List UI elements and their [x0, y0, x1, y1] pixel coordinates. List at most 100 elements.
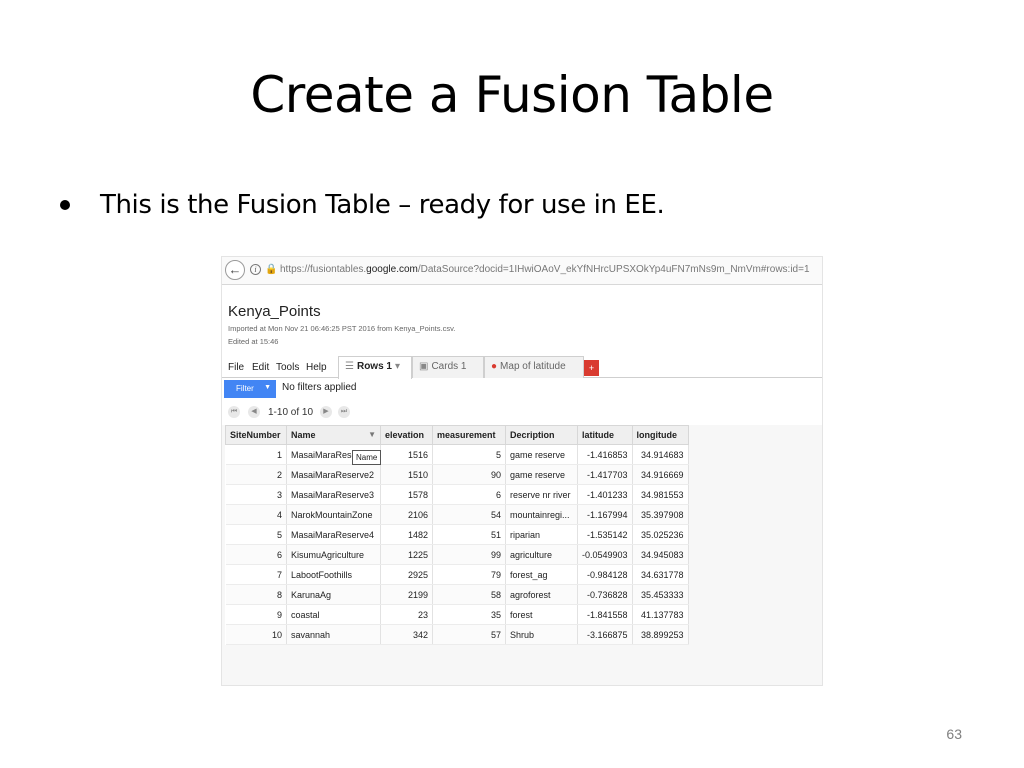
info-icon[interactable]: i	[250, 264, 261, 275]
cell-longitude[interactable]: 35.025236	[632, 524, 689, 545]
cell-description[interactable]: game reserve	[505, 464, 578, 485]
cell-longitude[interactable]: 34.914683	[632, 444, 689, 465]
cell-description[interactable]: game reserve	[505, 444, 578, 465]
cell-latitude[interactable]: -0.984128	[577, 564, 633, 585]
cell-name[interactable]: coastal	[286, 604, 381, 625]
cell-longitude[interactable]: 34.945083	[632, 544, 689, 565]
cell-latitude[interactable]: -1.841558	[577, 604, 633, 625]
cell-latitude[interactable]: -1.416853	[577, 444, 633, 465]
cell-longitude[interactable]: 41.137783	[632, 604, 689, 625]
col-header-name[interactable]: Name ▼	[286, 425, 381, 445]
cell-elevation[interactable]: 1578	[380, 484, 433, 505]
cell-description[interactable]: forest	[505, 604, 578, 625]
cell-description[interactable]: agroforest	[505, 584, 578, 605]
cell-latitude[interactable]: -1.401233	[577, 484, 633, 505]
cell-latitude[interactable]: -0.0549903	[577, 544, 633, 565]
tab-map[interactable]: ● Map of latitude	[484, 356, 584, 378]
cell-site-number[interactable]: 2	[225, 464, 287, 485]
cell-measurement[interactable]: 5	[432, 444, 506, 465]
cell-description[interactable]: riparian	[505, 524, 578, 545]
table-row[interactable]: 10 savannah 342 57 Shrub -3.166875 38.899253	[225, 624, 689, 645]
cell-elevation[interactable]: 2199	[380, 584, 433, 605]
menu-edit[interactable]: Edit	[252, 362, 269, 373]
col-header-measurement[interactable]: measurement	[432, 425, 506, 445]
cell-name[interactable]: MasaiMaraReserve3	[286, 484, 381, 505]
cell-name[interactable]: MasaiMaraReserve4	[286, 524, 381, 545]
cell-elevation[interactable]: 1510	[380, 464, 433, 485]
cell-elevation[interactable]: 2106	[380, 504, 433, 525]
cell-name[interactable]: KisumuAgriculture	[286, 544, 381, 565]
tab-rows[interactable]: ☰ Rows 1 ▾	[338, 356, 412, 379]
cell-latitude[interactable]: -1.167994	[577, 504, 633, 525]
prev-page-icon[interactable]: ◀	[248, 406, 260, 418]
first-page-icon[interactable]: ⏮	[228, 406, 240, 418]
cell-elevation[interactable]: 1482	[380, 524, 433, 545]
cell-longitude[interactable]: 34.981553	[632, 484, 689, 505]
cell-measurement[interactable]: 35	[432, 604, 506, 625]
cell-description[interactable]: mountainregi...	[505, 504, 578, 525]
cell-elevation[interactable]: 1516	[380, 444, 433, 465]
chevron-down-icon[interactable]: ▼	[368, 430, 376, 439]
cell-description[interactable]: forest_ag	[505, 564, 578, 585]
cell-site-number[interactable]: 7	[225, 564, 287, 585]
table-row[interactable]: 8 KarunaAg 2199 58 agroforest -0.736828 35.453…	[225, 584, 689, 605]
cell-measurement[interactable]: 6	[432, 484, 506, 505]
menu-help[interactable]: Help	[306, 362, 327, 373]
table-row[interactable]: 9 coastal 23 35 forest -1.841558 41.137783	[225, 604, 689, 625]
last-page-icon[interactable]: ⏭	[338, 406, 350, 418]
filter-button[interactable]: Filter ▼	[224, 380, 276, 398]
table-row[interactable]: 4 NarokMountainZone 2106 54 mountainregi... -…	[225, 504, 689, 525]
cell-name[interactable]: KarunaAg	[286, 584, 381, 605]
col-header-elevation[interactable]: elevation	[380, 425, 433, 445]
url-field[interactable]: https://fusiontables.google.com/DataSour…	[280, 264, 810, 275]
cell-site-number[interactable]: 10	[225, 624, 287, 645]
cell-measurement[interactable]: 58	[432, 584, 506, 605]
cell-description[interactable]: Shrub	[505, 624, 578, 645]
tab-cards[interactable]: ▣ Cards 1	[412, 356, 484, 378]
cell-site-number[interactable]: 3	[225, 484, 287, 505]
cell-longitude[interactable]: 35.397908	[632, 504, 689, 525]
cell-longitude[interactable]: 35.453333	[632, 584, 689, 605]
cell-site-number[interactable]: 4	[225, 504, 287, 525]
table-row[interactable]: 3 MasaiMaraReserve3 1578 6 reserve nr river -…	[225, 484, 689, 505]
back-arrow-icon[interactable]: ←	[225, 260, 245, 280]
cell-measurement[interactable]: 57	[432, 624, 506, 645]
col-header-longitude[interactable]: longitude	[631, 425, 689, 445]
table-row[interactable]: 6 KisumuAgriculture 1225 99 agriculture -0.05…	[225, 544, 689, 565]
cell-site-number[interactable]: 6	[225, 544, 287, 565]
cell-longitude[interactable]: 34.631778	[632, 564, 689, 585]
cell-site-number[interactable]: 9	[225, 604, 287, 625]
cell-latitude[interactable]: -0.736828	[577, 584, 633, 605]
cell-description[interactable]: agriculture	[505, 544, 578, 565]
cell-elevation[interactable]: 2925	[380, 564, 433, 585]
add-tab-button[interactable]: +	[584, 360, 599, 376]
table-row[interactable]: 1 MasaiMaraReserve1 1516 5 game reserve -1.41…	[225, 444, 689, 465]
cell-elevation[interactable]: 342	[380, 624, 433, 645]
next-page-icon[interactable]: ▶	[320, 406, 332, 418]
cell-description[interactable]: reserve nr river	[505, 484, 578, 505]
menu-tools[interactable]: Tools	[276, 362, 299, 373]
cell-latitude[interactable]: -1.535142	[577, 524, 633, 545]
cell-name[interactable]: MasaiMaraReserve2	[286, 464, 381, 485]
menu-file[interactable]: File	[228, 362, 244, 373]
table-row[interactable]: 2 MasaiMaraReserve2 1510 90 game reserve -1.4…	[225, 464, 689, 485]
cell-name[interactable]: savannah	[286, 624, 381, 645]
col-header-latitude[interactable]: latitude	[577, 425, 633, 445]
cell-elevation[interactable]: 1225	[380, 544, 433, 565]
cell-latitude[interactable]: -3.166875	[577, 624, 633, 645]
cell-measurement[interactable]: 99	[432, 544, 506, 565]
cell-measurement[interactable]: 90	[432, 464, 506, 485]
col-header-sitenumber[interactable]: SiteNumber	[225, 425, 287, 445]
cell-latitude[interactable]: -1.417703	[577, 464, 633, 485]
cell-longitude[interactable]: 38.899253	[632, 624, 689, 645]
cell-site-number[interactable]: 8	[225, 584, 287, 605]
cell-longitude[interactable]: 34.916669	[632, 464, 689, 485]
cell-measurement[interactable]: 79	[432, 564, 506, 585]
table-row[interactable]: 7 LabootFoothills 2925 79 forest_ag -0.984128…	[225, 564, 689, 585]
cell-site-number[interactable]: 5	[225, 524, 287, 545]
cell-measurement[interactable]: 54	[432, 504, 506, 525]
cell-measurement[interactable]: 51	[432, 524, 506, 545]
cell-name[interactable]: NarokMountainZone	[286, 504, 381, 525]
cell-site-number[interactable]: 1	[225, 444, 287, 465]
col-header-description[interactable]: Decription	[505, 425, 578, 445]
